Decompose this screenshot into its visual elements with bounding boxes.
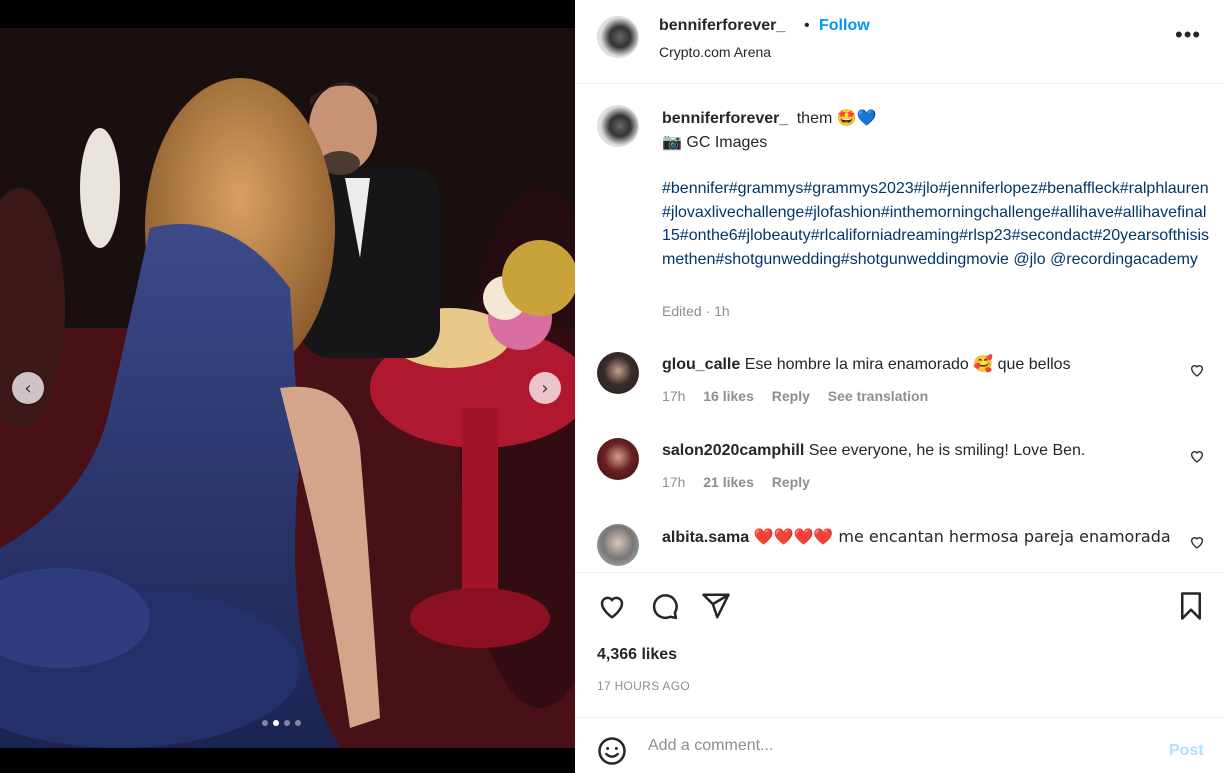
post-header: benniferforever_ • Follow Crypto.com Are…	[575, 0, 1224, 84]
caption-text: them	[796, 110, 833, 127]
photo-credit: 📷 GC Images	[662, 133, 768, 151]
carousel-prev-button[interactable]: ‹	[12, 372, 44, 404]
comment-likes[interactable]: 16 likes	[703, 388, 754, 404]
smiley-icon[interactable]	[597, 736, 627, 771]
comment-like-heart-icon[interactable]	[1189, 448, 1205, 469]
author-username[interactable]: benniferforever_	[659, 17, 785, 35]
comment-time: 17h	[662, 474, 686, 490]
carousel-dot	[284, 720, 290, 726]
comment-text: Ese hombre la mira enamorado 🥰 que bello…	[744, 356, 1071, 373]
commenter-avatar[interactable]	[597, 524, 639, 566]
comment-like-heart-icon[interactable]	[1189, 362, 1205, 383]
follow-button[interactable]: Follow	[819, 17, 870, 35]
paper-plane-icon[interactable]	[701, 591, 731, 626]
comment-text: ❤️❤️❤️❤️ me encantan hermosa pareja enam…	[753, 527, 1171, 546]
post-caption: benniferforever_ them 🤩💙 📷 GC Images #be…	[662, 106, 1210, 271]
bookmark-icon[interactable]	[1176, 591, 1206, 626]
author-avatar[interactable]	[597, 16, 639, 58]
caption-emojis: 🤩💙	[836, 108, 877, 127]
comment-meta: 17h 21 likes Reply	[662, 474, 824, 490]
edited-timestamp: Edited · 1h	[662, 303, 730, 319]
carousel-next-button[interactable]: ›	[529, 372, 561, 404]
comment-text: See everyone, he is smiling! Love Ben.	[808, 442, 1086, 459]
comment-time: 17h	[662, 388, 686, 404]
post-comment-button[interactable]: Post	[1169, 742, 1204, 760]
comment-likes[interactable]: 21 likes	[703, 474, 754, 490]
post-photo[interactable]	[0, 28, 575, 748]
commenter-username[interactable]: albita.sama	[662, 529, 749, 546]
post-panel: benniferforever_ • Follow Crypto.com Are…	[575, 0, 1224, 773]
heart-icon[interactable]	[597, 591, 627, 626]
commenter-username[interactable]: glou_calle	[662, 356, 740, 373]
comment-meta: 17h 16 likes Reply See translation	[662, 388, 942, 404]
carousel-dot	[295, 720, 301, 726]
comment-like-heart-icon[interactable]	[1189, 534, 1205, 555]
post-actions: 4,366 likes 17 HOURS AGO	[575, 572, 1224, 717]
commenter-username[interactable]: salon2020camphill	[662, 442, 804, 459]
post-location[interactable]: Crypto.com Arena	[659, 44, 771, 60]
caption-author-avatar[interactable]	[597, 105, 639, 147]
comment-composer: Post	[575, 717, 1224, 773]
carousel-dot-active	[273, 720, 279, 726]
commenter-avatar[interactable]	[597, 352, 639, 394]
reply-button[interactable]: Reply	[772, 474, 810, 490]
caption-hashtags[interactable]: #bennifer#grammys#grammys2023#jlo#jennif…	[662, 177, 1210, 271]
header-separator: •	[804, 17, 810, 34]
more-options-icon[interactable]: •••	[1175, 22, 1201, 48]
carousel-dot	[262, 720, 268, 726]
reply-button[interactable]: Reply	[772, 388, 810, 404]
comment-input[interactable]	[648, 732, 1148, 760]
caption-username[interactable]: benniferforever_	[662, 110, 788, 127]
post-media: ‹ ›	[0, 0, 575, 773]
comment-bubble-icon[interactable]	[649, 591, 679, 626]
likes-count[interactable]: 4,366 likes	[597, 646, 677, 664]
see-translation-button[interactable]: See translation	[828, 388, 928, 404]
commenter-avatar[interactable]	[597, 438, 639, 480]
post-time: 17 HOURS AGO	[597, 679, 690, 693]
carousel-dots	[262, 720, 301, 726]
